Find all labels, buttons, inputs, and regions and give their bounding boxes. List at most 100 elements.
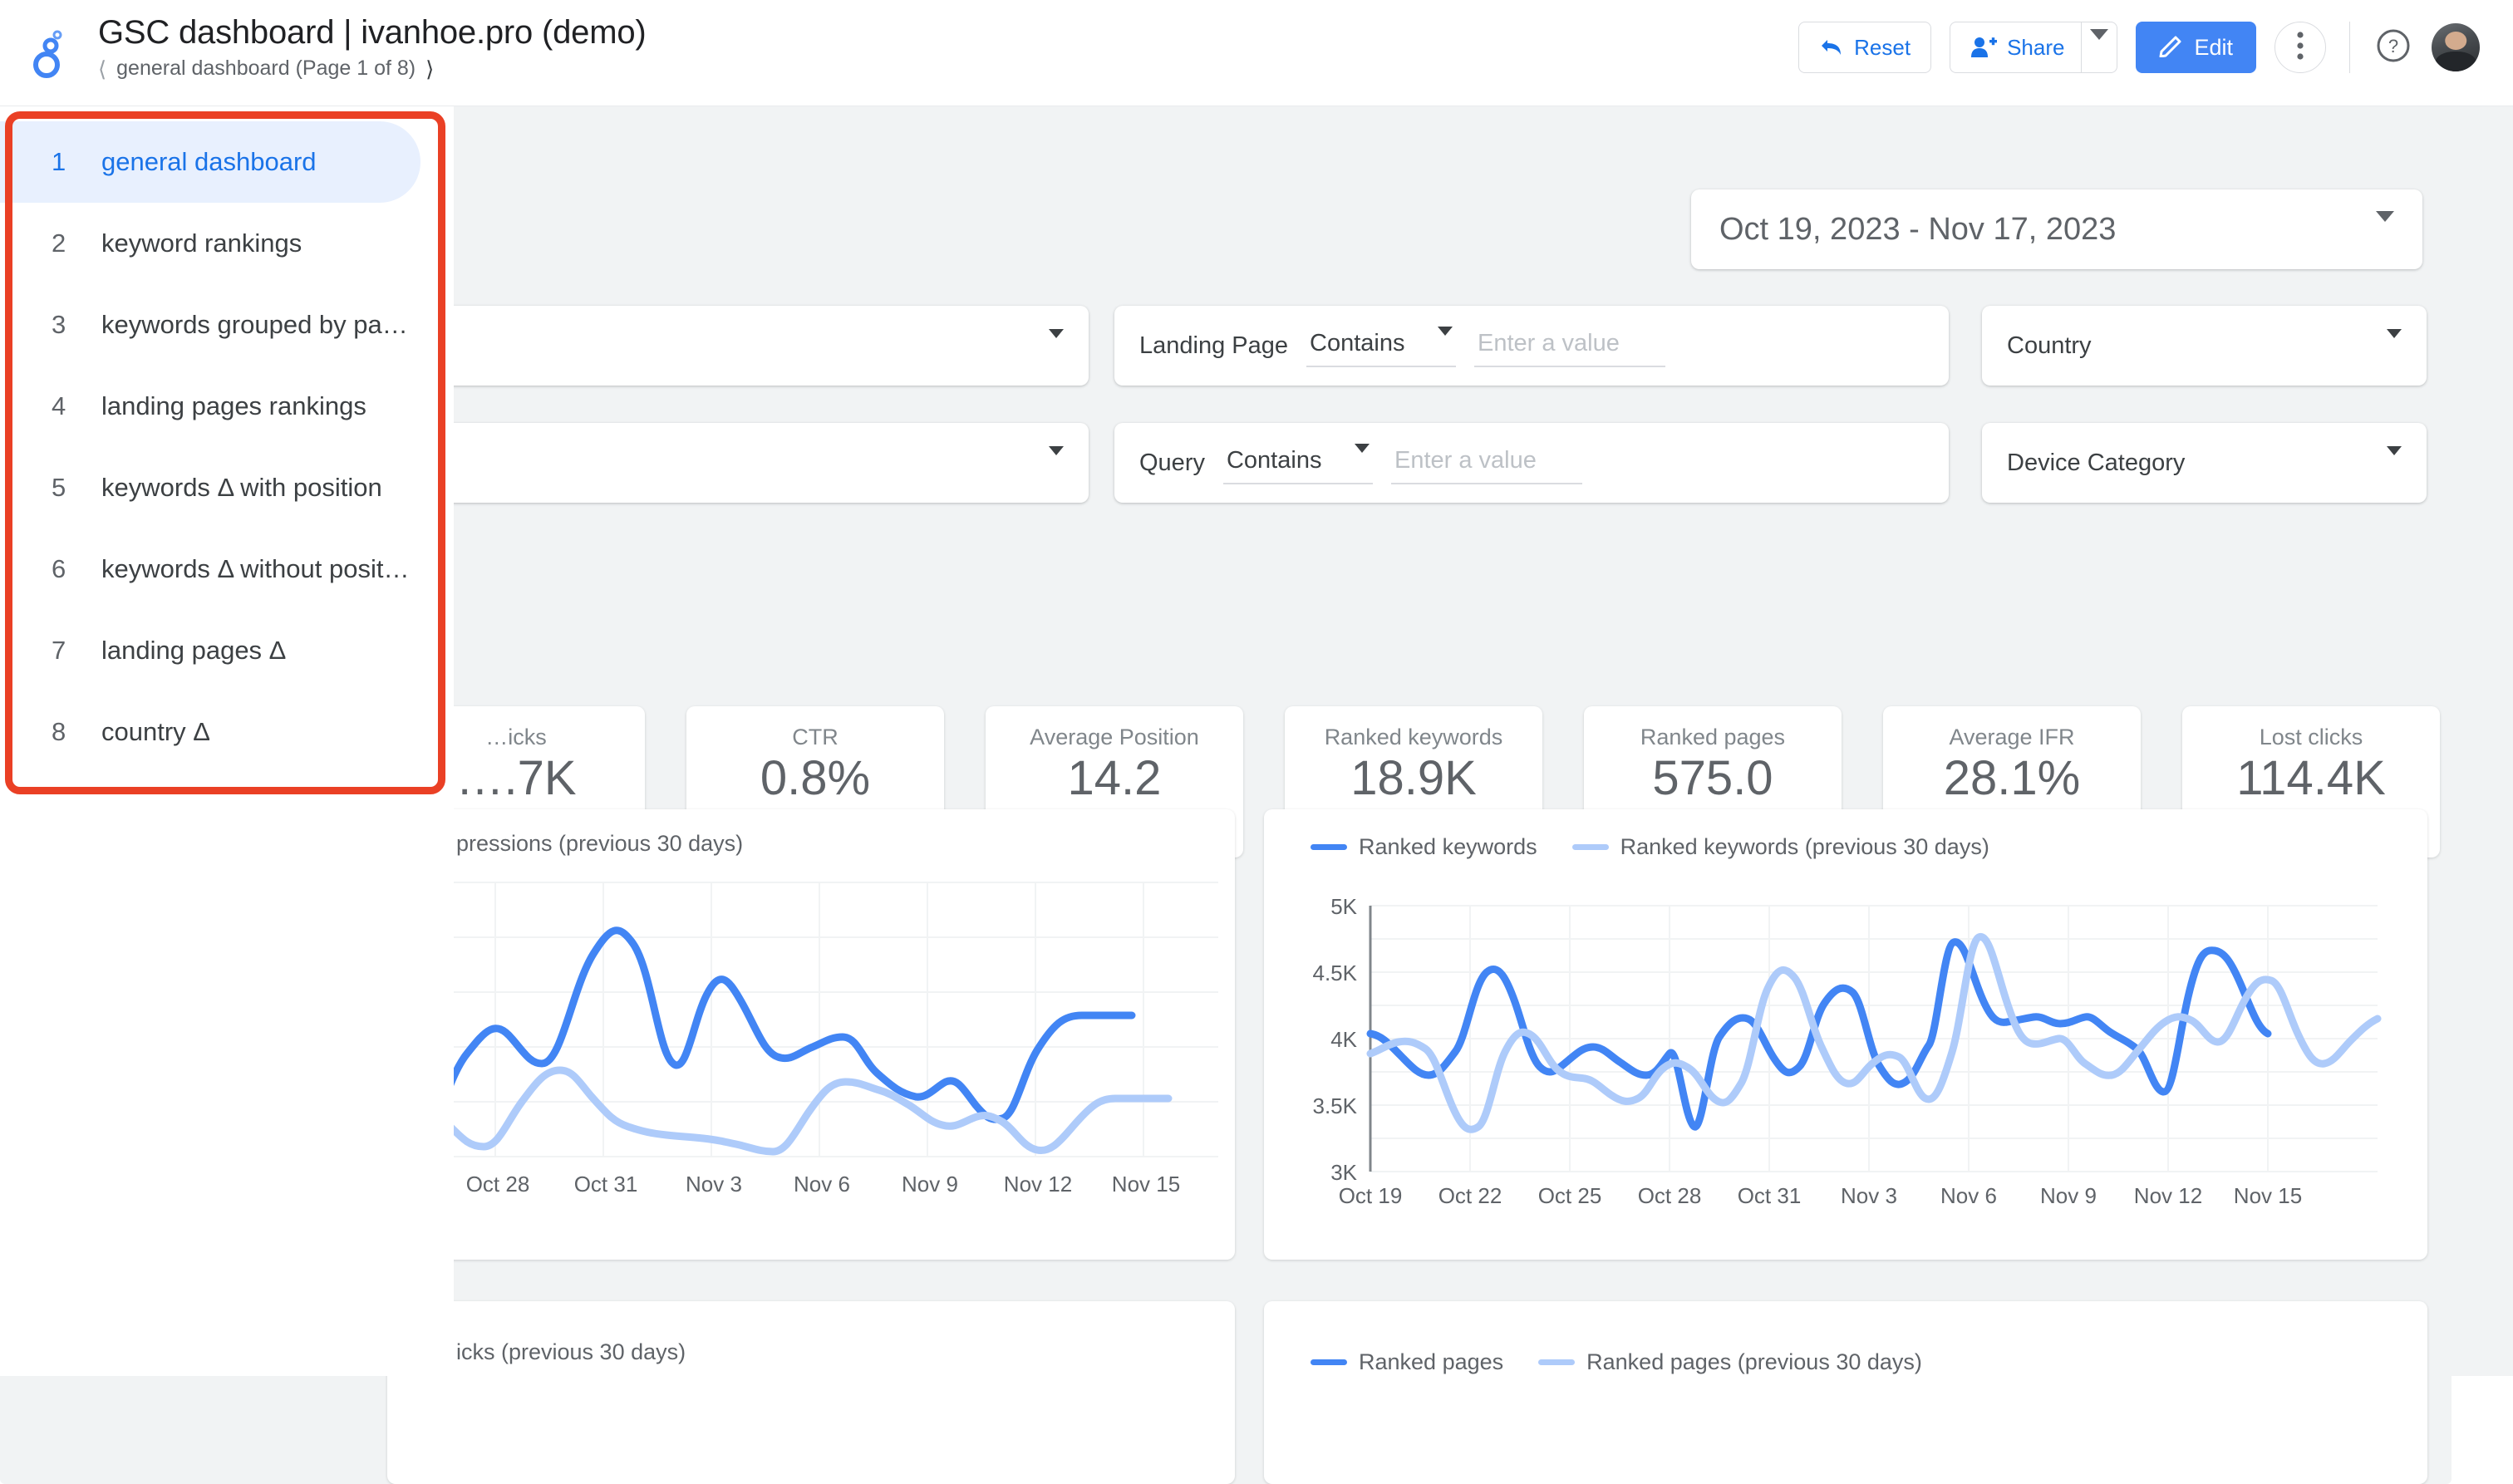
scorecard-value: 28.1% xyxy=(1943,751,2081,805)
landing-page-filter[interactable]: Landing Page Contains Enter a value xyxy=(1114,306,1949,386)
chart-rk-xtick: Oct 25 xyxy=(1537,1183,1602,1208)
page-list-item-keywords-delta-without-position[interactable]: 6 keywords Δ without posit… xyxy=(0,528,454,610)
chart-rk-xtick: Oct 22 xyxy=(1438,1183,1502,1208)
page-item-label: keywords grouped by pa… xyxy=(101,310,408,339)
page-item-number: 2 xyxy=(52,228,66,258)
chart-impressions-svg xyxy=(387,882,1218,1157)
landing-page-value-input[interactable]: Enter a value xyxy=(1474,325,1665,367)
chart-rk-xtick: Oct 28 xyxy=(1637,1183,1702,1208)
chart-rk-xtick: Nov 12 xyxy=(2133,1183,2203,1208)
header-actions: Reset Share Edit ? xyxy=(1798,0,2513,73)
help-circle-icon: ? xyxy=(2375,27,2412,68)
chevron-left-icon[interactable]: ⟨ xyxy=(98,58,106,80)
landing-page-value-placeholder: Enter a value xyxy=(1478,329,1620,356)
chart-ranked-keywords[interactable]: Ranked keywords Ranked keywords (previou… xyxy=(1264,809,2427,1260)
reset-button[interactable]: Reset xyxy=(1798,22,1932,73)
query-operator-select[interactable]: Contains xyxy=(1222,442,1373,484)
query-operator-value: Contains xyxy=(1226,446,1322,474)
page-list-item-keywords-grouped-by-page[interactable]: 3 keywords grouped by pa… xyxy=(0,284,454,366)
landing-page-operator-value: Contains xyxy=(1310,329,1405,356)
document-title[interactable]: GSC dashboard | ivanhoe.pro (demo) xyxy=(98,12,647,53)
page-item-number: 4 xyxy=(52,391,66,420)
chart-impressions-legend: …pressions (previous 30 days) xyxy=(434,831,744,856)
help-button[interactable]: ? xyxy=(2373,27,2413,67)
scorecard-label: Ranked pages xyxy=(1640,725,1786,749)
user-avatar[interactable] xyxy=(2432,23,2480,71)
legend-item[interactable]: Ranked pages xyxy=(1311,1349,1503,1375)
page-item-label: keywords Δ with position xyxy=(101,473,382,502)
person-add-icon xyxy=(1970,36,1998,59)
chart-clicks[interactable]: …icks (previous 30 days) xyxy=(387,1301,1235,1484)
app-header: GSC dashboard | ivanhoe.pro (demo) ⟨ gen… xyxy=(0,0,2513,106)
chart-rk-xtick: Nov 3 xyxy=(1841,1183,1897,1208)
chart-impressions-xtick: Nov 6 xyxy=(794,1172,850,1197)
chart-rk-xtick: Oct 31 xyxy=(1737,1183,1802,1208)
legend-item[interactable]: Ranked pages (previous 30 days) xyxy=(1538,1349,1922,1375)
looker-studio-logo-icon[interactable] xyxy=(0,0,98,106)
reset-label: Reset xyxy=(1854,34,1911,60)
query-value-placeholder: Enter a value xyxy=(1394,446,1537,474)
scorecard-label: Average IFR xyxy=(1949,725,2075,749)
scorecard-label: CTR xyxy=(792,725,838,749)
page-list: 1 general dashboard 2 keyword rankings 3… xyxy=(0,121,454,773)
chart-rk-xtick: Nov 15 xyxy=(2233,1183,2303,1208)
device-category-filter[interactable]: Device Category xyxy=(1982,423,2427,503)
legend-swatch-icon xyxy=(1311,1359,1347,1365)
share-label: Share xyxy=(2007,34,2065,60)
page-list-item-landing-pages-delta[interactable]: 7 landing pages Δ xyxy=(0,610,454,691)
more-options-button[interactable] xyxy=(2274,22,2326,73)
chevron-down-icon xyxy=(1354,444,1370,468)
page-item-label: landing pages rankings xyxy=(101,391,366,420)
more-vert-icon xyxy=(2297,31,2304,64)
scorecard-label: Average Position xyxy=(1030,725,1199,749)
chart-impressions-xtick: Oct 31 xyxy=(573,1172,638,1197)
page-item-label: general dashboard xyxy=(101,147,317,176)
scorecard-label: Ranked keywords xyxy=(1324,725,1503,749)
country-filter[interactable]: Country xyxy=(1982,306,2427,386)
page-list-item-keywords-delta-with-position[interactable]: 5 keywords Δ with position xyxy=(0,447,454,528)
pencil-icon xyxy=(2159,32,2184,63)
scorecard-value: 0.8% xyxy=(760,751,871,805)
scorecard-label: Lost clicks xyxy=(2259,725,2363,749)
chevron-right-icon[interactable]: ⟩ xyxy=(425,58,434,80)
page-item-label: keyword rankings xyxy=(101,228,302,258)
query-value-input[interactable]: Enter a value xyxy=(1390,442,1582,484)
chart-impressions-xtick: Nov 12 xyxy=(1003,1172,1073,1197)
scorecard-value: 575.0 xyxy=(1652,751,1773,805)
chevron-down-icon xyxy=(1049,446,1064,470)
chevron-down-icon xyxy=(2387,329,2402,353)
scorecard-value: 18.9K xyxy=(1350,751,1477,805)
legend-item[interactable]: Ranked keywords (previous 30 days) xyxy=(1571,834,1989,860)
page-list-item-landing-pages-rankings[interactable]: 4 landing pages rankings xyxy=(0,366,454,447)
page-list-panel: 1 general dashboard 2 keyword rankings 3… xyxy=(0,106,454,1376)
page-list-item-country-delta[interactable]: 8 country Δ xyxy=(0,691,454,773)
chart-rk-xtick: Nov 6 xyxy=(1940,1183,1997,1208)
landing-page-operator-select[interactable]: Contains xyxy=(1306,325,1456,367)
undo-arrow-icon xyxy=(1819,37,1844,58)
page-navigator: ⟨ general dashboard (Page 1 of 8) ⟩ xyxy=(98,57,647,81)
date-range-control[interactable]: Oct 19, 2023 - Nov 17, 2023 xyxy=(1691,189,2422,269)
chart-impressions-plot: Oct 28 Oct 31 Nov 3 Nov 6 Nov 9 Nov 12 N… xyxy=(387,872,1235,1260)
page-item-number: 8 xyxy=(52,717,66,746)
page-item-label: keywords Δ without posit… xyxy=(101,554,410,583)
edit-button[interactable]: Edit xyxy=(2136,22,2256,73)
legend-item[interactable]: Ranked keywords xyxy=(1311,834,1537,860)
chart-ranked-keywords-plot: 4K 3.5K 3K 4.5K 5K Oct 19 Oct 22 Oct 25 … xyxy=(1264,886,2427,1260)
page-list-item-general-dashboard[interactable]: 1 general dashboard xyxy=(0,121,420,203)
page-nav-label: general dashboard (Page 1 of 8) xyxy=(116,57,416,80)
page-list-item-keyword-rankings[interactable]: 2 keyword rankings xyxy=(0,203,454,284)
landing-page-filter-label: Landing Page xyxy=(1139,332,1288,359)
chevron-down-icon xyxy=(2090,29,2109,55)
chart-rk-xtick: Oct 19 xyxy=(1338,1183,1403,1208)
chart-ranked-keywords-legend: Ranked keywords Ranked keywords (previou… xyxy=(1264,809,2427,860)
page-item-number: 1 xyxy=(52,147,66,176)
chevron-down-icon xyxy=(2376,211,2394,237)
share-button[interactable]: Share xyxy=(1950,22,2082,73)
page-item-label: landing pages Δ xyxy=(101,636,287,665)
chart-impressions[interactable]: …pressions (previous 30 days) Oct 28 Oct… xyxy=(387,809,1235,1260)
page-item-label: country Δ xyxy=(101,717,210,746)
share-dropdown-button[interactable] xyxy=(2081,22,2118,73)
chart-ranked-pages[interactable]: Ranked pages Ranked pages (previous 30 d… xyxy=(1264,1301,2427,1484)
query-filter[interactable]: Query Contains Enter a value xyxy=(1114,423,1949,503)
chart-ranked-pages-legend: Ranked pages Ranked pages (previous 30 d… xyxy=(1264,1301,2427,1375)
